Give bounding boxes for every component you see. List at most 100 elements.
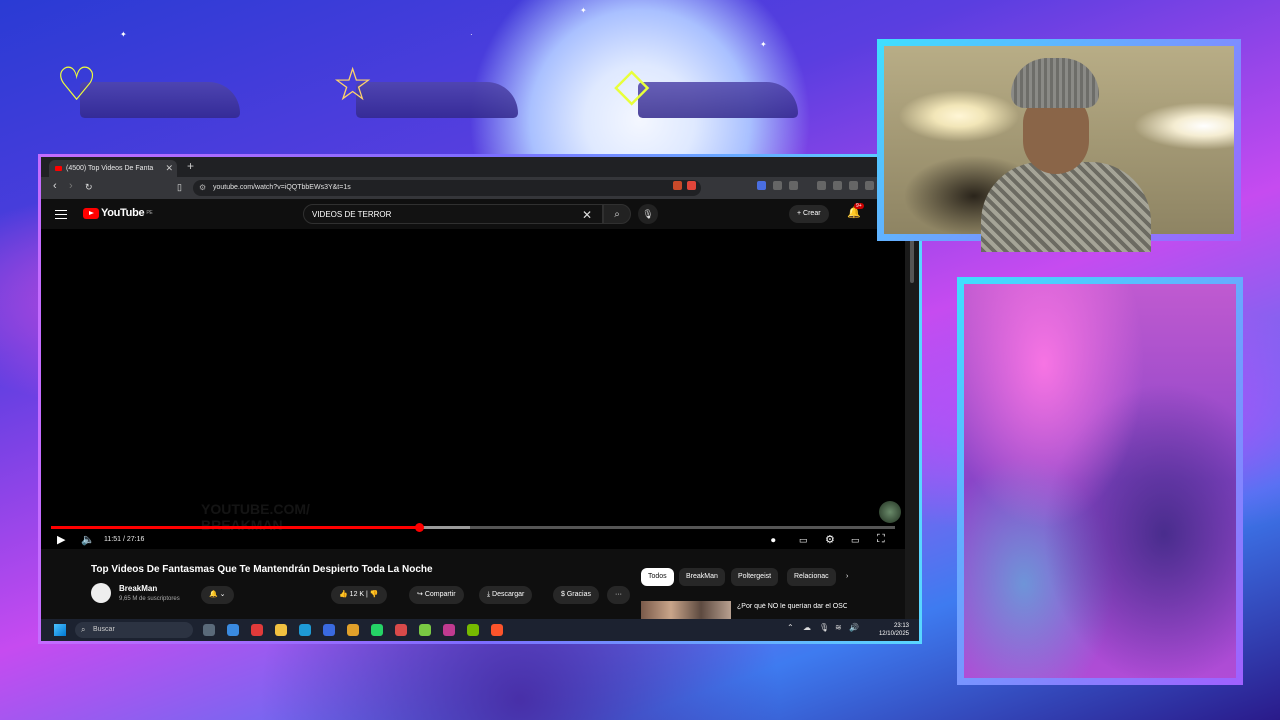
- youtube-logo[interactable]: YouTube PE: [83, 207, 153, 219]
- progress-played: [51, 526, 419, 529]
- notifications-button[interactable]: 🔔 9+: [847, 203, 864, 219]
- play-icon[interactable]: ▶: [57, 533, 65, 546]
- speaker-icon[interactable]: 🔊: [849, 623, 859, 632]
- star-badge: ☆: [332, 58, 522, 120]
- menu-icon[interactable]: [55, 207, 67, 222]
- tray-expand-icon[interactable]: ⌃: [787, 623, 794, 632]
- media-icon[interactable]: [817, 181, 826, 190]
- star-decoration: ✦: [120, 30, 127, 39]
- leo-icon[interactable]: [865, 181, 874, 190]
- video-title: Top Videos De Fantasmas Que Te Mantendrá…: [91, 564, 433, 575]
- edge-icon[interactable]: [299, 624, 311, 636]
- subtitles-icon[interactable]: ▭: [799, 535, 808, 546]
- brave-shields-icon[interactable]: [673, 181, 682, 190]
- sidebar-icon[interactable]: [833, 181, 842, 190]
- extension-icon[interactable]: [757, 181, 766, 190]
- wallet-icon[interactable]: [849, 181, 858, 190]
- taskbar-search-placeholder: Buscar: [93, 626, 115, 633]
- like-button[interactable]: 👍 12 K | 👎: [331, 586, 387, 604]
- create-label: Crear: [803, 210, 821, 217]
- bookmark-icon[interactable]: ▯: [177, 182, 182, 193]
- screenshot-icon[interactable]: [789, 181, 798, 190]
- tab-youtube[interactable]: (4500) Top Videos De Fanta ✕: [49, 160, 177, 177]
- tab-bar: (4500) Top Videos De Fanta ✕ + —: [41, 157, 919, 177]
- app-icon[interactable]: [395, 624, 407, 636]
- start-icon[interactable]: [54, 624, 66, 636]
- app-icon[interactable]: [251, 624, 263, 636]
- fullscreen-icon[interactable]: ⛶: [877, 533, 885, 546]
- youtube-play-icon: [83, 207, 99, 219]
- chip-relacionados[interactable]: Relacionac: [787, 568, 836, 586]
- scrubber-handle[interactable]: [414, 523, 424, 532]
- taskbar-clock[interactable]: 23:13 12/10/2025: [879, 622, 909, 638]
- chevron-right-icon[interactable]: ›: [839, 568, 855, 586]
- webcam-feed: [884, 46, 1234, 252]
- streamer-figure: [981, 54, 1151, 252]
- voice-search-button[interactable]: 🎙: [638, 204, 658, 224]
- video-thumbnail[interactable]: [641, 601, 731, 621]
- new-tab-button[interactable]: +: [187, 159, 194, 173]
- app-icon[interactable]: [419, 624, 431, 636]
- reload-icon[interactable]: ↻: [85, 182, 93, 193]
- channel-name[interactable]: BreakMan: [119, 584, 157, 593]
- forward-icon[interactable]: ›: [69, 180, 73, 192]
- clear-search-icon[interactable]: ✕: [582, 205, 592, 225]
- search-input[interactable]: VIDEOS DE TERROR ✕: [303, 204, 603, 224]
- webcam-panel: [877, 39, 1241, 252]
- taskbar-search[interactable]: ⌕ Buscar: [75, 622, 193, 638]
- extensions-puzzle-icon[interactable]: [773, 181, 782, 190]
- settings-icon[interactable]: ⚙: [825, 533, 835, 546]
- store-icon[interactable]: [323, 624, 335, 636]
- recommended-title[interactable]: ¿Por qué NO le querían dar el ÓSCAR a LE…: [737, 603, 847, 610]
- url-field[interactable]: ⚙ youtube.com/watch?v=iQQTbbEWs3Y&t=1s: [193, 180, 701, 196]
- subscription-bell-button[interactable]: 🔔 ⌄: [201, 586, 234, 604]
- thanks-button[interactable]: $ Gracias: [553, 586, 599, 604]
- back-icon[interactable]: ‹: [53, 180, 57, 192]
- nvidia-icon[interactable]: [467, 624, 479, 636]
- copilot-icon[interactable]: [227, 624, 239, 636]
- search-button[interactable]: ⌕: [603, 204, 631, 224]
- video-player[interactable]: YOUTUBE.COM/ BREAKMAN ▶ 🔈 11:51 / 27:16 …: [41, 229, 905, 549]
- search-value: VIDEOS DE TERROR: [312, 210, 392, 219]
- autoplay-toggle[interactable]: ⏺: [771, 535, 776, 546]
- site-info-icon[interactable]: ⚙: [199, 180, 206, 196]
- file-explorer-icon[interactable]: [275, 624, 287, 636]
- mic-icon[interactable]: 🎙: [819, 623, 829, 632]
- theater-mode-icon[interactable]: ▭: [851, 535, 860, 546]
- volume-icon[interactable]: 🔈: [81, 533, 95, 546]
- more-actions-button[interactable]: ···: [607, 586, 630, 604]
- task-view-icon[interactable]: [203, 624, 215, 636]
- share-button[interactable]: ↪ Compartir: [409, 586, 464, 604]
- share-label: Compartir: [424, 591, 456, 598]
- heart-badge: ♡: [56, 58, 246, 120]
- watermark-line: YOUTUBE.COM/: [201, 501, 310, 517]
- chrome-icon[interactable]: [347, 624, 359, 636]
- clock-date: 12/10/2025: [878, 631, 909, 637]
- tab-title: (4500) Top Videos De Fanta: [66, 165, 154, 172]
- app-icon[interactable]: [443, 624, 455, 636]
- create-button[interactable]: + Crear: [789, 205, 829, 223]
- thumbs-down-icon[interactable]: | 👎: [366, 591, 378, 598]
- time-display: 11:51 / 27:16: [104, 536, 145, 543]
- chip-todos[interactable]: Todos: [641, 568, 674, 586]
- chip-poltergeist[interactable]: Poltergeist: [731, 568, 779, 586]
- youtube-favicon-icon: [55, 166, 62, 171]
- progress-bar[interactable]: [51, 523, 895, 532]
- wifi-icon[interactable]: ≋: [835, 623, 842, 632]
- address-bar-row: ‹ › ↻ ▯ ⚙ youtube.com/watch?v=iQQTbbEWs3…: [41, 177, 919, 199]
- tab-close-icon[interactable]: ✕: [165, 163, 173, 174]
- search-icon: ⌕: [614, 209, 620, 220]
- chip-breakman[interactable]: BreakMan: [679, 568, 725, 586]
- region-code: PE: [146, 210, 153, 216]
- thumbs-up-icon: 👍: [339, 591, 350, 598]
- brave-rewards-icon[interactable]: [687, 181, 696, 190]
- whatsapp-icon[interactable]: [371, 624, 383, 636]
- share-icon: ↪: [417, 591, 425, 598]
- page-scrollbar[interactable]: [905, 229, 919, 619]
- clock-time: 23:13: [893, 623, 909, 629]
- brave-icon[interactable]: [491, 624, 503, 636]
- channel-watermark-icon[interactable]: [879, 501, 901, 523]
- onedrive-icon[interactable]: ☁: [803, 623, 811, 632]
- channel-avatar[interactable]: [91, 583, 111, 603]
- download-button[interactable]: ⤓ Descargar: [479, 586, 533, 604]
